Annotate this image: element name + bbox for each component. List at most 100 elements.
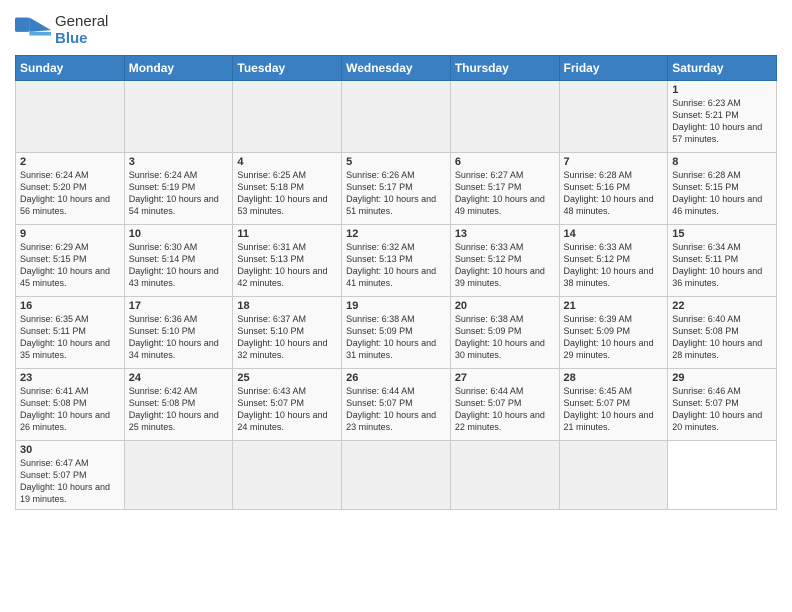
weekday-header-row: SundayMondayTuesdayWednesdayThursdayFrid… [16,56,777,81]
day-number: 24 [129,372,229,384]
calendar-cell [16,81,125,153]
day-info: Sunrise: 6:35 AMSunset: 5:11 PMDaylight:… [20,313,120,362]
day-info: Sunrise: 6:39 AMSunset: 5:09 PMDaylight:… [564,313,664,362]
calendar-cell: 22Sunrise: 6:40 AMSunset: 5:08 PMDayligh… [668,297,777,369]
day-number: 17 [129,300,229,312]
day-info: Sunrise: 6:36 AMSunset: 5:10 PMDaylight:… [129,313,229,362]
day-info: Sunrise: 6:46 AMSunset: 5:07 PMDaylight:… [672,385,772,434]
day-number: 8 [672,156,772,168]
calendar-cell: 27Sunrise: 6:44 AMSunset: 5:07 PMDayligh… [450,369,559,441]
calendar: SundayMondayTuesdayWednesdayThursdayFrid… [15,55,777,510]
calendar-cell: 25Sunrise: 6:43 AMSunset: 5:07 PMDayligh… [233,369,342,441]
calendar-cell: 26Sunrise: 6:44 AMSunset: 5:07 PMDayligh… [342,369,451,441]
logo: General Blue [15,14,108,47]
day-info: Sunrise: 6:41 AMSunset: 5:08 PMDaylight:… [20,385,120,434]
day-info: Sunrise: 6:42 AMSunset: 5:08 PMDaylight:… [129,385,229,434]
day-number: 13 [455,228,555,240]
calendar-cell: 2Sunrise: 6:24 AMSunset: 5:20 PMDaylight… [16,153,125,225]
day-number: 21 [564,300,664,312]
calendar-cell: 9Sunrise: 6:29 AMSunset: 5:15 PMDaylight… [16,225,125,297]
calendar-cell: 12Sunrise: 6:32 AMSunset: 5:13 PMDayligh… [342,225,451,297]
weekday-header-friday: Friday [559,56,668,81]
logo-blue: Blue [55,31,108,48]
calendar-cell [450,441,559,510]
day-number: 6 [455,156,555,168]
calendar-cell: 16Sunrise: 6:35 AMSunset: 5:11 PMDayligh… [16,297,125,369]
day-info: Sunrise: 6:38 AMSunset: 5:09 PMDaylight:… [346,313,446,362]
weekday-header-saturday: Saturday [668,56,777,81]
day-number: 22 [672,300,772,312]
calendar-cell: 10Sunrise: 6:30 AMSunset: 5:14 PMDayligh… [124,225,233,297]
calendar-cell: 24Sunrise: 6:42 AMSunset: 5:08 PMDayligh… [124,369,233,441]
day-info: Sunrise: 6:25 AMSunset: 5:18 PMDaylight:… [237,169,337,218]
day-info: Sunrise: 6:24 AMSunset: 5:19 PMDaylight:… [129,169,229,218]
day-number: 12 [346,228,446,240]
day-number: 3 [129,156,229,168]
weekday-header-thursday: Thursday [450,56,559,81]
calendar-cell: 3Sunrise: 6:24 AMSunset: 5:19 PMDaylight… [124,153,233,225]
day-info: Sunrise: 6:30 AMSunset: 5:14 PMDaylight:… [129,241,229,290]
calendar-cell: 4Sunrise: 6:25 AMSunset: 5:18 PMDaylight… [233,153,342,225]
calendar-cell [559,81,668,153]
day-number: 27 [455,372,555,384]
day-info: Sunrise: 6:44 AMSunset: 5:07 PMDaylight:… [346,385,446,434]
calendar-cell: 1Sunrise: 6:23 AMSunset: 5:21 PMDaylight… [668,81,777,153]
calendar-cell: 29Sunrise: 6:46 AMSunset: 5:07 PMDayligh… [668,369,777,441]
calendar-cell [342,81,451,153]
day-number: 26 [346,372,446,384]
day-number: 10 [129,228,229,240]
day-info: Sunrise: 6:27 AMSunset: 5:17 PMDaylight:… [455,169,555,218]
day-info: Sunrise: 6:38 AMSunset: 5:09 PMDaylight:… [455,313,555,362]
calendar-cell: 8Sunrise: 6:28 AMSunset: 5:15 PMDaylight… [668,153,777,225]
weekday-header-sunday: Sunday [16,56,125,81]
calendar-cell [233,81,342,153]
header: General Blue [15,10,777,47]
calendar-cell: 11Sunrise: 6:31 AMSunset: 5:13 PMDayligh… [233,225,342,297]
calendar-cell [124,441,233,510]
day-info: Sunrise: 6:28 AMSunset: 5:15 PMDaylight:… [672,169,772,218]
weekday-header-tuesday: Tuesday [233,56,342,81]
day-info: Sunrise: 6:43 AMSunset: 5:07 PMDaylight:… [237,385,337,434]
calendar-cell: 14Sunrise: 6:33 AMSunset: 5:12 PMDayligh… [559,225,668,297]
calendar-cell: 15Sunrise: 6:34 AMSunset: 5:11 PMDayligh… [668,225,777,297]
calendar-cell: 19Sunrise: 6:38 AMSunset: 5:09 PMDayligh… [342,297,451,369]
day-number: 29 [672,372,772,384]
calendar-cell: 13Sunrise: 6:33 AMSunset: 5:12 PMDayligh… [450,225,559,297]
day-info: Sunrise: 6:33 AMSunset: 5:12 PMDaylight:… [455,241,555,290]
day-info: Sunrise: 6:24 AMSunset: 5:20 PMDaylight:… [20,169,120,218]
day-number: 7 [564,156,664,168]
day-info: Sunrise: 6:37 AMSunset: 5:10 PMDaylight:… [237,313,337,362]
day-number: 23 [20,372,120,384]
day-info: Sunrise: 6:40 AMSunset: 5:08 PMDaylight:… [672,313,772,362]
day-number: 19 [346,300,446,312]
day-number: 9 [20,228,120,240]
day-info: Sunrise: 6:34 AMSunset: 5:11 PMDaylight:… [672,241,772,290]
day-info: Sunrise: 6:32 AMSunset: 5:13 PMDaylight:… [346,241,446,290]
weekday-header-wednesday: Wednesday [342,56,451,81]
logo-icon [15,17,51,45]
calendar-cell: 21Sunrise: 6:39 AMSunset: 5:09 PMDayligh… [559,297,668,369]
day-info: Sunrise: 6:28 AMSunset: 5:16 PMDaylight:… [564,169,664,218]
day-info: Sunrise: 6:45 AMSunset: 5:07 PMDaylight:… [564,385,664,434]
day-number: 11 [237,228,337,240]
calendar-cell [450,81,559,153]
calendar-cell: 20Sunrise: 6:38 AMSunset: 5:09 PMDayligh… [450,297,559,369]
day-info: Sunrise: 6:26 AMSunset: 5:17 PMDaylight:… [346,169,446,218]
day-number: 5 [346,156,446,168]
logo-general: General [55,14,108,31]
day-number: 4 [237,156,337,168]
calendar-cell: 18Sunrise: 6:37 AMSunset: 5:10 PMDayligh… [233,297,342,369]
day-number: 2 [20,156,120,168]
day-number: 1 [672,84,772,96]
calendar-cell [559,441,668,510]
calendar-cell: 6Sunrise: 6:27 AMSunset: 5:17 PMDaylight… [450,153,559,225]
calendar-cell: 17Sunrise: 6:36 AMSunset: 5:10 PMDayligh… [124,297,233,369]
calendar-cell: 30Sunrise: 6:47 AMSunset: 5:07 PMDayligh… [16,441,125,510]
calendar-cell [233,441,342,510]
day-info: Sunrise: 6:29 AMSunset: 5:15 PMDaylight:… [20,241,120,290]
calendar-cell [124,81,233,153]
calendar-cell: 28Sunrise: 6:45 AMSunset: 5:07 PMDayligh… [559,369,668,441]
day-number: 25 [237,372,337,384]
day-info: Sunrise: 6:44 AMSunset: 5:07 PMDaylight:… [455,385,555,434]
page: General Blue SundayMondayTuesdayWednesda… [0,0,792,520]
